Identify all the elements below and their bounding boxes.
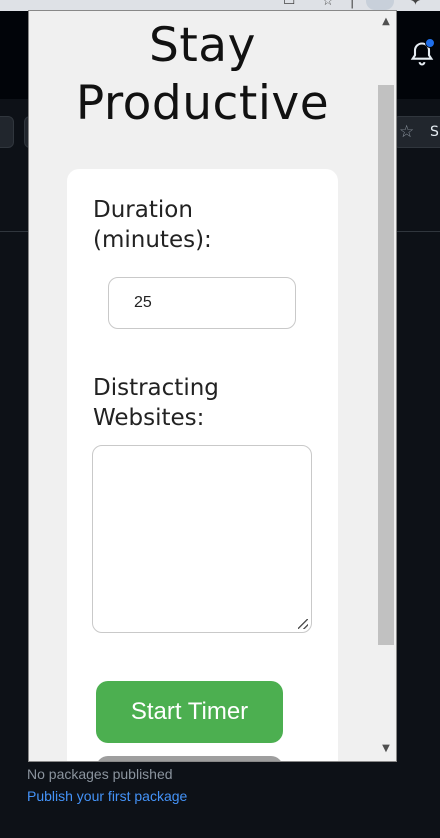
extensions-puzzle-icon[interactable]: ✦ bbox=[410, 0, 421, 10]
start-timer-button[interactable]: Start Timer bbox=[96, 681, 283, 743]
page-icon[interactable]: ▭ bbox=[283, 0, 295, 10]
divider-icon: | bbox=[350, 0, 355, 9]
packages-text: No packages published bbox=[27, 766, 173, 782]
secondary-button[interactable] bbox=[96, 756, 283, 761]
extension-button[interactable] bbox=[366, 0, 394, 10]
websites-textarea[interactable] bbox=[92, 445, 312, 633]
publish-package-link[interactable]: Publish your first package bbox=[27, 788, 187, 804]
duration-input[interactable]: 25 bbox=[108, 277, 296, 329]
extension-popup: Stay Productive Duration (minutes): 25 D… bbox=[28, 10, 397, 762]
scroll-down-icon[interactable]: ▼ bbox=[379, 742, 393, 756]
duration-label: Duration (minutes): bbox=[93, 197, 212, 253]
star-icon: ☆ bbox=[399, 122, 415, 142]
scroll-up-icon[interactable]: ▲ bbox=[379, 15, 393, 29]
bookmark-star-icon[interactable]: ☆ bbox=[322, 0, 334, 10]
star-button[interactable]: ☆ S bbox=[393, 116, 440, 148]
repo-action-button[interactable] bbox=[0, 116, 14, 148]
popup-title: Stay Productive bbox=[75, 18, 330, 131]
notification-dot bbox=[425, 38, 435, 48]
websites-label: Distracting Websites: bbox=[93, 375, 219, 431]
settings-card: Duration (minutes): 25 Distracting Websi… bbox=[67, 169, 338, 761]
star-label: S bbox=[430, 124, 439, 140]
resize-handle-icon[interactable] bbox=[298, 619, 308, 629]
scrollbar-thumb[interactable] bbox=[378, 85, 394, 645]
